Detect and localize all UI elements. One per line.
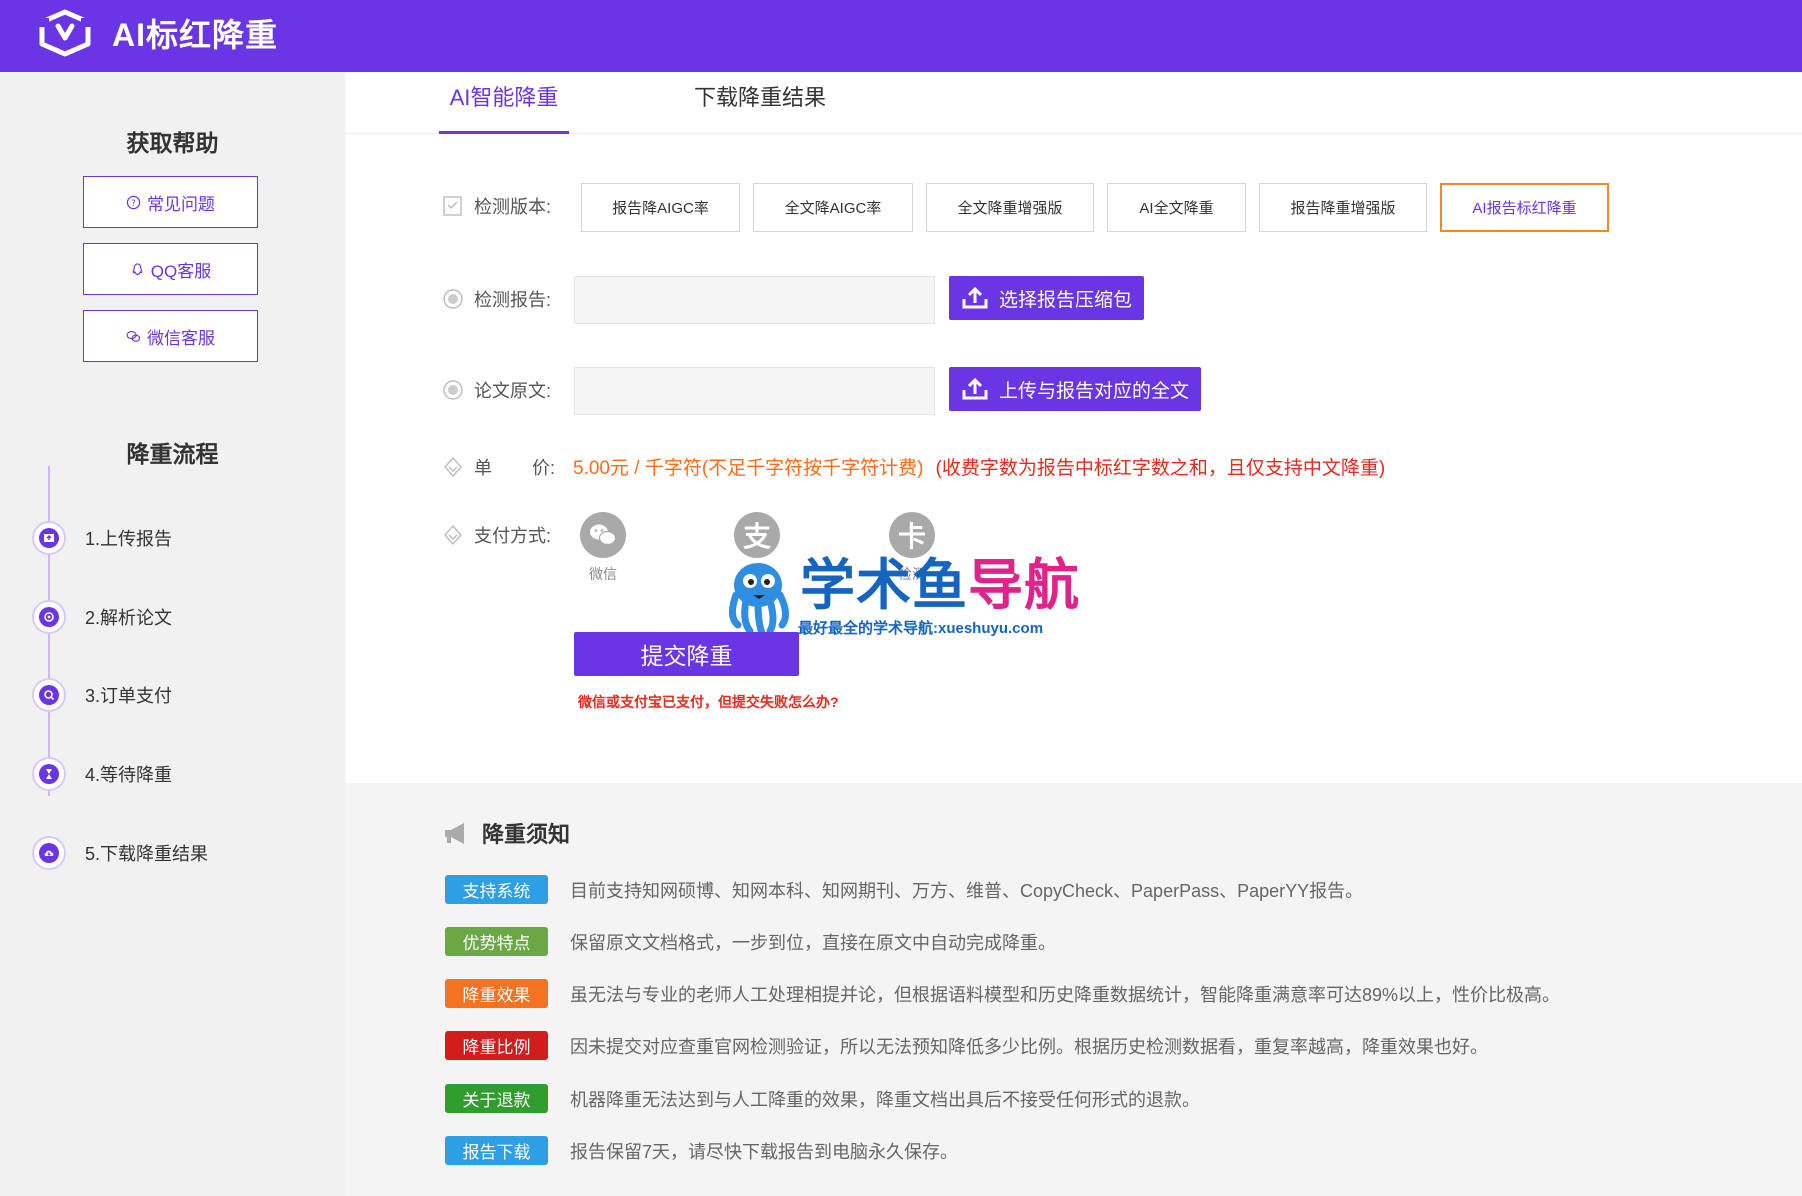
upload-icon <box>962 377 988 400</box>
version-full-aigc[interactable]: 全文降AIGC率 <box>753 183 913 232</box>
upload-paper-label: 上传与报告对应的全文 <box>999 380 1190 402</box>
alipay-icon: 支 <box>734 512 780 558</box>
watermark-subtitle: 最好最全的学术导航:xueshuyu.com <box>798 620 1044 637</box>
circle-icon <box>443 289 463 309</box>
note-row: 降重比例 因未提交对应查重官网检测验证，所以无法预知降低多少比例。根据历史检测数… <box>445 1031 1488 1060</box>
note-row: 降重效果 虽无法与专业的老师人工处理相提并论，但根据语料模型和历史降重数据统计，… <box>445 979 1560 1008</box>
circle-icon <box>443 380 463 400</box>
diamond-icon <box>444 524 462 546</box>
faq-label: 常见问题 <box>147 194 215 214</box>
faq-button[interactable]: ? 常见问题 <box>83 176 258 228</box>
note-badge: 降重比例 <box>445 1031 548 1060</box>
version-report-aigc[interactable]: 报告降AIGC率 <box>581 183 740 232</box>
cloud-download-icon <box>39 843 59 863</box>
card-icon: 卡 <box>889 512 935 558</box>
octopus-icon <box>729 563 789 635</box>
step-analyze: 2.解析论文 <box>32 599 172 635</box>
price-value: 5.00元 / 千字符(不足千字符按千字符计费) <box>573 458 924 479</box>
payment-issue-link[interactable]: 微信或支付宝已支付，但提交失败怎么办? <box>578 692 839 712</box>
report-row: 检测报告: <box>442 286 551 312</box>
version-ai-report-highlight[interactable]: AI报告标红降重 <box>1440 183 1609 232</box>
note-badge: 降重效果 <box>445 979 548 1008</box>
note-text: 保留原文文档格式，一步到位，直接在原文中自动完成降重。 <box>570 932 1056 953</box>
svg-text:?: ? <box>131 197 135 207</box>
step-waiting: 4.等待降重 <box>32 756 172 792</box>
wechat-label: 微信客服 <box>147 328 215 348</box>
price-label-char-2: 价: <box>532 457 556 478</box>
choose-report-button[interactable]: 选择报告压缩包 <box>949 276 1145 320</box>
notes-title-row: 降重须知 <box>442 817 570 849</box>
step-download: 5.下载降重结果 <box>32 835 208 871</box>
price-row: 单 价: 5.00元 / 千字符(不足千字符按千字符计费) (收费字数为报告中标… <box>442 453 1385 480</box>
notes-title: 降重须知 <box>482 822 571 847</box>
note-text: 因未提交对应查重官网检测验证，所以无法预知降低多少比例。根据历史检测数据看，重复… <box>570 1036 1488 1057</box>
step-label-2: 2.解析论文 <box>85 608 173 628</box>
version-ai-full[interactable]: AI全文降重 <box>1107 183 1246 232</box>
choose-report-label: 选择报告压缩包 <box>999 289 1133 311</box>
step-upload: 1.上传报告 <box>32 520 172 556</box>
brand-title[interactable]: AI标红降重 <box>112 10 278 60</box>
note-row: 支持系统 目前支持知网硕博、知网本科、知网期刊、万方、维普、CopyCheck、… <box>445 875 1363 904</box>
note-badge: 关于退款 <box>445 1084 548 1113</box>
note-row: 关于退款 机器降重无法达到与人工降重的效果，降重文档出具后不接受任何形式的退款。 <box>445 1084 1200 1113</box>
payment-label: 支付方式: <box>474 526 552 546</box>
watermark-title-blue: 学术鱼 <box>800 554 969 616</box>
price-label-char-1: 单 <box>474 457 492 478</box>
analyze-icon <box>39 607 59 627</box>
version-label: 检测版本: <box>474 197 552 217</box>
qq-label: QQ客服 <box>150 261 212 281</box>
note-text: 报告保留7天，请尽快下载报告到电脑永久保存。 <box>570 1141 959 1162</box>
megaphone-icon <box>445 823 464 844</box>
tab-bar: AI智能降重 下载降重结果 <box>345 72 1802 134</box>
payment-icon <box>39 685 59 705</box>
step-label-4: 4.等待降重 <box>85 765 173 785</box>
step-label-3: 3.订单支付 <box>85 686 173 706</box>
note-text: 目前支持知网硕博、知网本科、知网期刊、万方、维普、CopyCheck、Paper… <box>570 880 1364 901</box>
tab-download-results[interactable]: 下载降重结果 <box>690 72 830 134</box>
wechat-service-button[interactable]: 微信客服 <box>83 310 258 362</box>
wechat-pay-icon <box>580 512 626 558</box>
paper-file-field[interactable] <box>574 367 935 415</box>
wechat-pay-label: 微信 <box>589 566 617 582</box>
upload-paper-button[interactable]: 上传与报告对应的全文 <box>949 367 1202 411</box>
version-row: 检测版本: <box>442 193 551 219</box>
step-label-1: 1.上传报告 <box>85 529 173 549</box>
upload-icon <box>962 286 988 309</box>
help-title: 获取帮助 <box>126 130 219 156</box>
tab-ai-rewrite[interactable]: AI智能降重 <box>439 72 569 134</box>
payment-row: 支付方式: <box>442 522 551 548</box>
watermark-title-pink: 导航 <box>968 554 1081 616</box>
note-text: 虽无法与专业的老师人工处理相提并论，但根据语料模型和历史降重数据统计，智能降重满… <box>570 984 1561 1005</box>
paper-row: 论文原文: <box>442 377 551 403</box>
process-title: 降重流程 <box>126 441 219 467</box>
note-badge: 报告下载 <box>445 1136 548 1165</box>
watermark-title: 学术鱼导航 <box>800 555 1080 615</box>
paper-label: 论文原文: <box>474 381 552 401</box>
watermark-logo: 学术鱼导航 最好最全的学术导航:xueshuyu.com <box>718 555 1083 637</box>
hourglass-icon <box>39 764 59 784</box>
report-file-field[interactable] <box>574 276 935 324</box>
wechat-icon <box>126 330 141 342</box>
pay-option-wechat[interactable]: 微信 <box>578 512 628 584</box>
note-row: 优势特点 保留原文文档格式，一步到位，直接在原文中自动完成降重。 <box>445 927 1056 956</box>
diamond-icon <box>444 456 462 477</box>
note-badge: 支持系统 <box>445 875 548 904</box>
version-full-enhanced[interactable]: 全文降重增强版 <box>926 183 1094 232</box>
note-badge: 优势特点 <box>445 927 548 956</box>
step-label-5: 5.下载降重结果 <box>85 844 209 864</box>
report-label: 检测报告: <box>474 290 552 310</box>
top-header: AI标红降重 <box>0 0 1802 72</box>
checklist-icon <box>443 196 462 216</box>
note-text: 机器降重无法达到与人工降重的效果，降重文档出具后不接受任何形式的退款。 <box>570 1089 1200 1110</box>
upload-icon <box>39 528 59 548</box>
step-payment: 3.订单支付 <box>32 677 172 713</box>
version-report-enhanced[interactable]: 报告降重增强版 <box>1259 183 1427 232</box>
price-note: (收费字数为报告中标红字数之和，且仅支持中文降重) <box>935 458 1386 479</box>
qq-service-button[interactable]: QQ客服 <box>83 243 258 295</box>
qq-icon <box>132 262 143 275</box>
submit-button[interactable]: 提交降重 <box>574 632 799 676</box>
logo-icon <box>39 9 91 57</box>
note-row: 报告下载 报告保留7天，请尽快下载报告到电脑永久保存。 <box>445 1136 958 1165</box>
question-circle-icon: ? <box>126 195 141 209</box>
